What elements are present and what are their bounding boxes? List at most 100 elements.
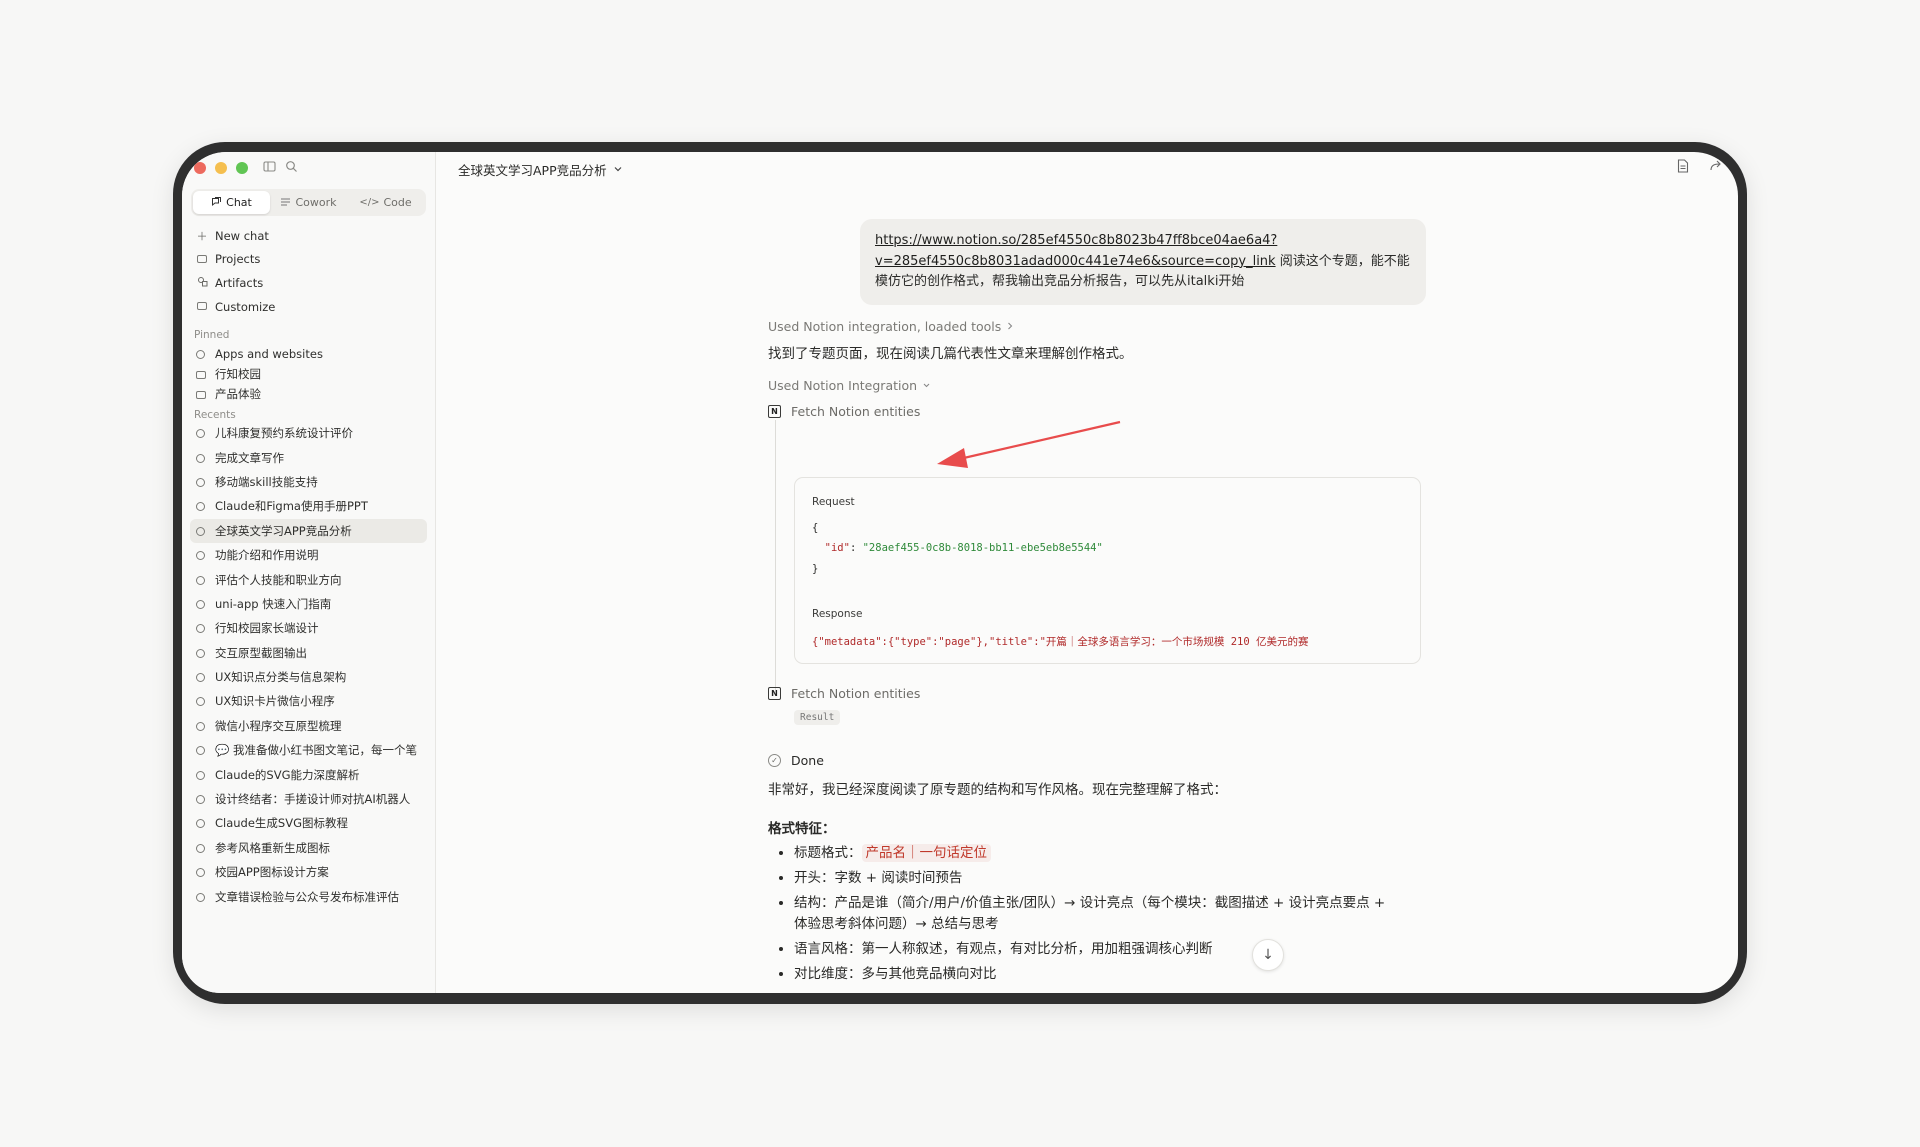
tab-code-label: Code [383,196,412,209]
tab-code[interactable]: </> Code [347,191,424,214]
bullet-structure: 结构：产品是谁（简介/用户/价值主张/团队）→ 设计亮点（每个模块：截图描述 +… [794,893,1394,934]
recent-chat-label: 💬 我准备做小红书图文笔记，每一个笔 [215,743,417,758]
request-id-line: "id": "28aef455-0c8b-8018-bb11-ebe5eb8e5… [824,542,1103,554]
fetch-step-2[interactable]: N Fetch Notion entities [768,686,920,701]
recent-chat-label: 评估个人技能和职业方向 [215,572,342,587]
close-window-button[interactable] [194,162,206,174]
project-icon [196,388,208,400]
recent-chat-item[interactable]: 参考风格重新生成图标 [190,836,427,860]
maximize-window-button[interactable] [236,162,248,174]
user-message: https://www.notion.so/285ef4550c8b8023b4… [860,219,1426,305]
recent-chat-label: UX知识点分类与信息架构 [215,670,347,685]
recent-chat-item[interactable]: 完成文章写作 [190,445,427,469]
recent-chat-item[interactable]: Claude生成SVG图标教程 [190,811,427,835]
recent-chat-label: 交互原型截图输出 [215,645,307,660]
bullet-text: 开头：字数 + 阅读时间预告 [794,870,963,886]
chat-bubble-icon [196,574,208,586]
result-tag[interactable]: Result [794,710,841,725]
bullet-text: 标题格式： [794,845,862,861]
tool-usage-summary-2[interactable]: Used Notion Integration [768,378,931,393]
tool-usage-summary-1[interactable]: Used Notion integration, loaded tools [768,319,1014,334]
chat-bubble-icon [196,348,208,360]
recent-chat-item[interactable]: 儿科康复预约系统设计评价 [190,421,427,445]
pinned-item-label: 产品体验 [215,387,261,401]
recent-chat-item[interactable]: 文章错误检验与公众号发布标准评估 [190,884,427,908]
recent-chat-label: 完成文章写作 [215,450,284,465]
fetch-step-1[interactable]: N Fetch Notion entities [768,404,920,419]
recent-chat-item[interactable]: Claude和Figma使用手册PPT [190,494,427,518]
chat-icon [211,196,222,210]
artifacts-icon [196,276,208,290]
chat-bubble-icon [196,817,208,829]
nav-projects[interactable]: Projects [194,248,424,272]
sidebar: Chat Cowork </> Code ＋ New chat Projects… [182,152,436,993]
recent-chat-label: Claude的SVG能力深度解析 [215,767,360,782]
document-icon[interactable] [1677,159,1689,177]
chevron-down-icon [613,162,623,177]
nav-artifacts[interactable]: Artifacts [194,271,424,295]
chat-bubble-icon [196,695,208,707]
chat-bubble-icon [196,842,208,854]
pinned-item[interactable]: 行知校园 [190,364,427,384]
minimize-window-button[interactable] [215,162,227,174]
recent-chat-label: 儿科康复预约系统设计评价 [215,426,353,441]
recent-chat-item[interactable]: 功能介绍和作用说明 [190,543,427,567]
tool-tree-line [775,420,776,690]
recent-chat-item[interactable]: uni-app 快速入门指南 [190,592,427,616]
done-step: ✓ Done [768,753,824,768]
tool-usage-text: Used Notion Integration [768,378,918,393]
chat-bubble-icon [196,647,208,659]
notion-link-line-1: https://www.notion.so/285ef4550c8b8023b4… [875,233,1278,248]
new-chat-button[interactable]: ＋ New chat [194,224,424,248]
recent-chat-item[interactable]: 交互原型截图输出 [190,641,427,665]
recent-chat-item[interactable]: 微信小程序交互原型梳理 [190,714,427,738]
project-icon [196,368,208,380]
pinned-item-label: 行知校园 [215,367,261,381]
scroll-to-bottom-button[interactable]: ↓ [1252,939,1284,971]
cowork-icon [280,196,291,210]
check-circle-icon: ✓ [768,754,781,767]
recent-chat-item[interactable]: UX知识点分类与信息架构 [190,665,427,689]
bullet-title-format: 标题格式：产品名｜一句话定位 [794,843,1394,864]
recent-chat-item[interactable]: 💬 我准备做小红书图文笔记，每一个笔 [190,738,427,762]
recent-chat-item[interactable]: 全球英文学习APP竞品分析 [190,518,427,543]
recent-chat-label: 功能介绍和作用说明 [215,548,319,563]
recent-chat-label: 行知校园家长端设计 [215,621,319,636]
recent-chat-item[interactable]: 校园APP图标设计方案 [190,860,427,884]
recent-chat-item[interactable]: 评估个人技能和职业方向 [190,567,427,591]
chat-bubble-icon [196,525,208,537]
pinned-list: Apps and websites 行知校园 产品体验 [190,344,427,404]
sidebar-top-icons [263,160,298,176]
folder-icon [196,253,208,266]
recent-chat-item[interactable]: UX知识卡片微信小程序 [190,689,427,713]
tab-cowork-label: Cowork [295,196,337,209]
conversation-title[interactable]: 全球英文学习APP竞品分析 [458,160,623,179]
tab-chat[interactable]: Chat [193,191,270,214]
notion-link[interactable]: https://www.notion.so/285ef4550c8b8023b4… [875,233,1277,269]
assistant-summary-text: 非常好，我已经深度阅读了原专题的结构和写作风格。现在完整理解了格式： [768,782,1227,798]
recent-chat-label: 文章错误检验与公众号发布标准评估 [215,889,399,904]
request-brace-close: } [812,563,819,575]
recent-chat-label: 参考风格重新生成图标 [215,840,330,855]
app-window: Chat Cowork </> Code ＋ New chat Projects… [182,152,1738,993]
recent-chat-label: Claude和Figma使用手册PPT [215,499,368,514]
nav-customize[interactable]: Customize [194,295,424,319]
recent-chat-item[interactable]: 移动端skill技能支持 [190,470,427,494]
chat-bubble-icon [196,769,208,781]
bullet-opening: 开头：字数 + 阅读时间预告 [794,868,1394,889]
recent-chat-item[interactable]: 行知校园家长端设计 [190,616,427,640]
search-icon[interactable] [285,160,298,176]
tab-cowork[interactable]: Cowork [270,191,347,214]
share-icon[interactable] [1709,159,1723,177]
pinned-item[interactable]: 产品体验 [190,384,427,404]
chat-bubble-icon [196,891,208,903]
chat-bubble-icon [196,476,208,488]
pinned-item[interactable]: Apps and websites [190,344,427,364]
chat-bubble-icon [196,793,208,805]
chat-bubble-icon [196,671,208,683]
sidebar-toggle-icon[interactable] [263,160,276,176]
chevron-right-icon [1006,319,1014,334]
recent-chat-item[interactable]: 设计终结者：手搓设计师对抗AI机器人 [190,787,427,811]
recent-chat-item[interactable]: Claude的SVG能力深度解析 [190,762,427,786]
device-frame: Chat Cowork </> Code ＋ New chat Projects… [173,142,1747,1004]
